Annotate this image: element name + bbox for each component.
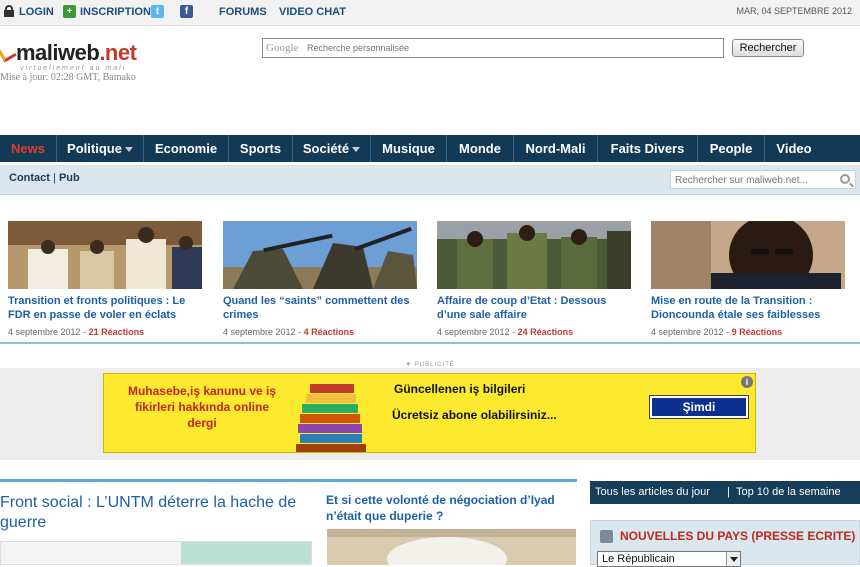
banner-ad[interactable]: Muhasebe,iş kanunu ve iş fikirleri hakkı… xyxy=(103,373,756,453)
nav-item-societe[interactable]: Société xyxy=(293,135,371,162)
story-title[interactable]: Quand les “saints” commettent des crimes xyxy=(223,294,419,322)
tab-articles-du-jour[interactable]: Tous les articles du jour xyxy=(595,481,710,504)
books-icon xyxy=(296,378,376,452)
chevron-down-icon xyxy=(124,147,133,153)
search-icon[interactable] xyxy=(840,174,850,184)
nav-item-monde[interactable]: Monde xyxy=(447,135,514,162)
story-image[interactable] xyxy=(437,221,631,289)
main-nav: News Politique Economie Sports Société M… xyxy=(0,135,860,162)
nav-item-faits-divers[interactable]: Faits Divers xyxy=(598,135,698,162)
story-date: 4 septembre 2012 xyxy=(437,327,510,337)
featured-story[interactable]: Quand les “saints” commettent des crimes… xyxy=(223,221,419,337)
lead-story-image[interactable] xyxy=(0,541,312,565)
nouvelles-du-pays-box: NOUVELLES DU PAYS (PRESSE ECRITE) Le Rép… xyxy=(590,520,860,567)
logo-suffix: .net xyxy=(99,40,137,65)
ad-right-line1[interactable]: Güncellenen iş bilgileri xyxy=(394,382,525,396)
newspaper-icon xyxy=(600,530,613,543)
story-image[interactable] xyxy=(8,221,202,289)
pub-link[interactable]: Pub xyxy=(59,172,80,184)
current-date: MAR, 04 SEPTEMBRE 2012 xyxy=(736,6,852,16)
featured-stories: Transition et fronts politiques : Le FDR… xyxy=(0,206,860,344)
forums-link[interactable]: FORUMS xyxy=(219,6,267,18)
ad-left-text[interactable]: Muhasebe,iş kanunu ve iş fikirleri hakkı… xyxy=(122,383,282,431)
contact-link[interactable]: Contact xyxy=(9,172,50,184)
logo-main: maliweb xyxy=(16,40,100,65)
story-reactions[interactable]: 24 Réactions xyxy=(518,327,574,337)
story-reactions[interactable]: 9 Réactions xyxy=(732,327,783,337)
search-button[interactable]: Rechercher xyxy=(732,39,804,57)
inscription-link[interactable]: INSCRIPTION xyxy=(80,6,151,18)
story-title[interactable]: Mise en route de la Transition : Dioncou… xyxy=(651,294,847,322)
sidebar-tabs: Tous les articles du jour | Top 10 de la… xyxy=(590,481,860,504)
video-chat-link[interactable]: VIDEO CHAT xyxy=(279,6,346,18)
story-image[interactable] xyxy=(223,221,417,289)
featured-story[interactable]: Mise en route de la Transition : Dioncou… xyxy=(651,221,847,337)
login-link[interactable]: LOGIN xyxy=(19,6,54,18)
pays-title: NOUVELLES DU PAYS (PRESSE ECRITE) xyxy=(620,529,856,543)
nav-item-people[interactable]: People xyxy=(698,135,765,162)
tab-top-10[interactable]: Top 10 de la semaine xyxy=(736,481,841,504)
nav-item-sports[interactable]: Sports xyxy=(229,135,293,162)
story-date: 4 septembre 2012 xyxy=(223,327,296,337)
tab-separator: | xyxy=(727,486,730,498)
twitter-icon[interactable]: t xyxy=(151,5,164,18)
logo-tagline: virtuellement au mali xyxy=(20,65,127,72)
top-bar: LOGIN + INSCRIPTION t f FORUMS VIDEO CHA… xyxy=(0,0,860,26)
nav-item-news[interactable]: News xyxy=(0,135,57,162)
plus-icon: + xyxy=(63,5,76,18)
lead-story-title[interactable]: Front social : L’UNTM déterre la hache d… xyxy=(0,493,310,533)
info-icon[interactable]: i xyxy=(741,376,753,388)
section-divider xyxy=(0,479,577,482)
nav-item-musique[interactable]: Musique xyxy=(371,135,447,162)
story-date: 4 septembre 2012 xyxy=(8,327,81,337)
ad-area: Muhasebe,iş kanunu ve iş fikirleri hakkı… xyxy=(0,368,860,460)
ad-right-line2[interactable]: Ücretsiz abone olabilirsiniz... xyxy=(392,408,557,422)
nav-item-nord-mali[interactable]: Nord-Mali xyxy=(514,135,598,162)
chevron-down-icon xyxy=(352,147,361,153)
story-reactions[interactable]: 4 Réactions xyxy=(304,327,355,337)
logo-mark-icon xyxy=(0,43,17,63)
site-search-input[interactable] xyxy=(675,173,835,187)
site-search-box[interactable] xyxy=(670,170,856,189)
featured-story[interactable]: Transition et fronts politiques : Le FDR… xyxy=(8,221,204,337)
nav-item-economie[interactable]: Economie xyxy=(144,135,229,162)
story-title[interactable]: Transition et fronts politiques : Le FDR… xyxy=(8,294,204,322)
last-updated: Mise à jour: 02:28 GMT, Bamako xyxy=(0,72,136,83)
story-image[interactable] xyxy=(651,221,845,289)
nav-item-politique[interactable]: Politique xyxy=(57,135,144,162)
story-title[interactable]: Affaire de coup d’Etat : Dessous d’une s… xyxy=(437,294,633,322)
story-reactions[interactable]: 21 Réactions xyxy=(89,327,145,337)
ad-cta-button[interactable]: Şimdi xyxy=(649,395,749,419)
google-search-input[interactable] xyxy=(307,40,717,56)
featured-story[interactable]: Affaire de coup d’Etat : Dessous d’une s… xyxy=(437,221,633,337)
second-story-image[interactable] xyxy=(327,529,576,565)
nav-item-video[interactable]: Video xyxy=(765,135,823,162)
google-logo: Google xyxy=(266,42,299,54)
sub-nav: Contact | Pub xyxy=(0,165,860,195)
facebook-icon[interactable]: f xyxy=(180,5,193,18)
lock-icon xyxy=(4,5,14,17)
second-story-title[interactable]: Et si cette volonté de négociation d’Iya… xyxy=(326,492,582,524)
google-search-box[interactable]: Google xyxy=(262,38,724,58)
chevron-down-icon[interactable] xyxy=(726,552,740,566)
story-date: 4 septembre 2012 xyxy=(651,327,724,337)
site-logo[interactable]: maliweb.net virtuellement au mali xyxy=(0,40,137,72)
